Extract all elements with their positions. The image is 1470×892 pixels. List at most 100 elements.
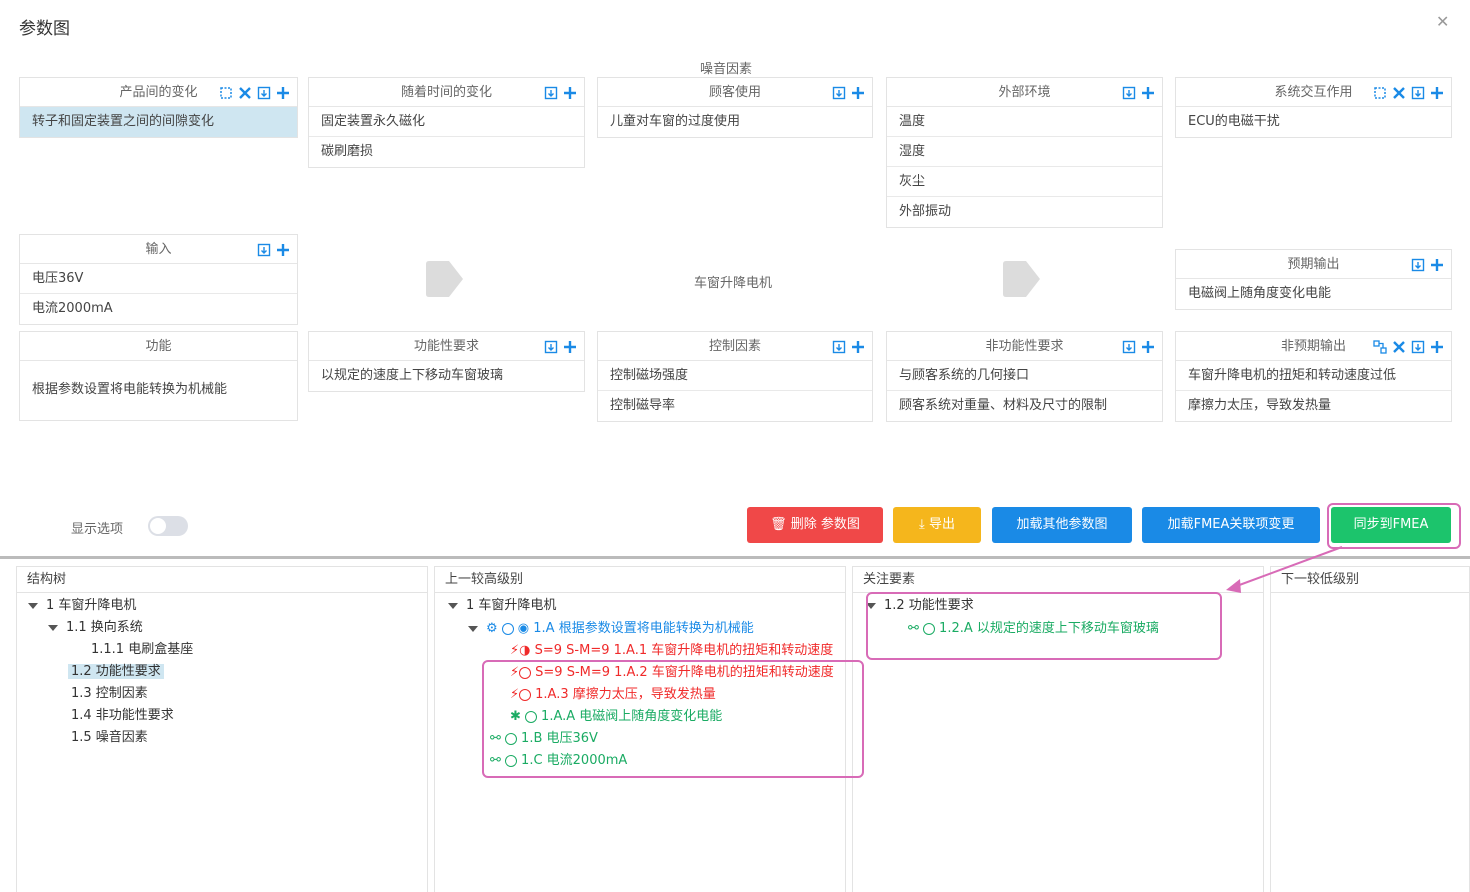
- card-row[interactable]: 摩擦力太压，导致发热量: [1176, 391, 1451, 421]
- card-title: 功能: [145, 339, 172, 354]
- export-button[interactable]: ⤓ 导出: [893, 507, 981, 543]
- card-row[interactable]: 儿童对车窗的过度使用: [598, 107, 872, 137]
- import-icon[interactable]: [1410, 339, 1426, 355]
- card-row[interactable]: 碳刷磨损: [309, 137, 584, 167]
- import-icon[interactable]: [1410, 85, 1426, 101]
- card-row[interactable]: 湿度: [887, 137, 1162, 167]
- card-title: 产品间的变化: [119, 85, 198, 100]
- import-icon[interactable]: [543, 85, 559, 101]
- dialog-title: 参数图: [19, 19, 70, 39]
- show-options-toggle[interactable]: [148, 516, 188, 536]
- system-title: 车窗升降电机: [694, 276, 773, 291]
- card-unexpected-output: 非预期输出 车窗升降电机的扭矩和转动速度过低 摩擦力太压，导致发热量: [1175, 331, 1452, 422]
- card-row[interactable]: 电磁阀上随角度变化电能: [1176, 279, 1451, 309]
- half-circle-icon: [501, 622, 514, 635]
- delete-icon[interactable]: [237, 85, 253, 101]
- noise-factors-label: 噪音因素: [700, 62, 753, 77]
- import-icon[interactable]: [1410, 257, 1426, 273]
- card-row[interactable]: 外部振动: [887, 197, 1162, 227]
- tree-node[interactable]: 1.5 噪音因素: [71, 728, 148, 748]
- import-icon[interactable]: [1121, 339, 1137, 355]
- close-icon[interactable]: ✕: [1436, 12, 1449, 31]
- highlight-box-upper: [482, 660, 864, 778]
- card-row[interactable]: 温度: [887, 107, 1162, 137]
- add-icon[interactable]: [1429, 85, 1445, 101]
- highlight-box-focus: [866, 592, 1222, 660]
- add-icon[interactable]: [850, 339, 866, 355]
- delete-diagram-button[interactable]: 🗑 删除 参数图: [747, 507, 883, 543]
- card-time-variation: 随着时间的变化 固定装置永久磁化 碳刷磨损: [308, 77, 585, 168]
- card-nonfunctional-requirement: 非功能性要求 与顾客系统的几何接口 顾客系统对重量、材料及尺寸的限制: [886, 331, 1163, 422]
- tree-node[interactable]: 1 车窗升降电机: [448, 596, 556, 616]
- caret-down-icon[interactable]: [48, 624, 58, 631]
- card-row[interactable]: 与顾客系统的几何接口: [887, 361, 1162, 391]
- tree-node[interactable]: 1.4 非功能性要求: [71, 706, 174, 726]
- import-icon[interactable]: [831, 85, 847, 101]
- link-icon[interactable]: [1372, 339, 1388, 355]
- card-row[interactable]: 固定装置永久磁化: [309, 107, 584, 137]
- add-icon[interactable]: [850, 85, 866, 101]
- caret-down-icon[interactable]: [468, 625, 478, 632]
- add-icon[interactable]: [1429, 339, 1445, 355]
- load-other-diagram-button[interactable]: 加载其他参数图: [992, 507, 1132, 543]
- select-icon[interactable]: [1372, 85, 1388, 101]
- card-row[interactable]: 车窗升降电机的扭矩和转动速度过低: [1176, 361, 1451, 391]
- gear-icon: ⚙: [486, 621, 498, 636]
- card-row[interactable]: 电流2000mA: [20, 294, 297, 324]
- card-expected-output: 预期输出 电磁阀上随角度变化电能: [1175, 249, 1452, 310]
- card-row[interactable]: 控制磁场强度: [598, 361, 872, 391]
- failure-icon: ⚡: [510, 643, 520, 658]
- card-title: 非功能性要求: [985, 339, 1064, 354]
- tree-node[interactable]: 1.2 功能性要求: [68, 662, 164, 682]
- add-icon[interactable]: [562, 85, 578, 101]
- tree-node[interactable]: ⚡◑ S=9 S-M=9 1.A.1 车窗升降电机的扭矩和转动速度: [510, 641, 848, 661]
- card-row[interactable]: 电压36V: [20, 264, 297, 294]
- parameter-diagram-dialog: 参数图 ✕ 噪音因素 产品间的变化 转子和固定装置之间的间隙变化 随着时间的变化…: [0, 0, 1470, 892]
- card-row[interactable]: 以规定的速度上下移动车窗玻璃: [309, 361, 584, 391]
- delete-icon[interactable]: [1391, 85, 1407, 101]
- import-icon[interactable]: [831, 339, 847, 355]
- caret-down-icon[interactable]: [448, 602, 458, 609]
- import-icon[interactable]: [256, 85, 272, 101]
- card-title: 随着时间的变化: [400, 85, 492, 100]
- load-fmea-changes-button[interactable]: 加载FMEA关联项变更: [1142, 507, 1320, 543]
- card-row[interactable]: 灰尘: [887, 167, 1162, 197]
- import-icon[interactable]: [256, 242, 272, 258]
- card-input: 输入 电压36V 电流2000mA: [19, 234, 298, 325]
- add-icon[interactable]: [275, 85, 291, 101]
- show-options-label: 显示选项: [71, 522, 124, 537]
- delete-icon[interactable]: [1391, 339, 1407, 355]
- card-product-variation: 产品间的变化 转子和固定装置之间的间隙变化: [19, 77, 298, 138]
- card-functional-requirement: 功能性要求 以规定的速度上下移动车窗玻璃: [308, 331, 585, 392]
- add-icon[interactable]: [1140, 85, 1156, 101]
- card-row[interactable]: 控制磁导率: [598, 391, 872, 421]
- tree-node[interactable]: 1 车窗升降电机: [28, 596, 136, 616]
- card-title: 系统交互作用: [1274, 85, 1353, 100]
- caret-down-icon[interactable]: [28, 602, 38, 609]
- import-icon[interactable]: [1121, 85, 1137, 101]
- add-icon[interactable]: [1429, 257, 1445, 273]
- tree-node[interactable]: 1.3 控制因素: [71, 684, 148, 704]
- import-icon[interactable]: [543, 339, 559, 355]
- download-icon: ⤓: [919, 517, 929, 532]
- tree-node[interactable]: 1.1 换向系统: [48, 618, 143, 638]
- tree-node[interactable]: 1.1.1 电刷盒基座: [91, 640, 193, 660]
- tree-node[interactable]: ⚙ ◉ 1.A 根据参数设置将电能转换为机械能: [468, 619, 754, 639]
- half-circle-icon: ◑: [519, 643, 531, 658]
- card-control-factors: 控制因素 控制磁场强度 控制磁导率: [597, 331, 873, 422]
- card-row[interactable]: 根据参数设置将电能转换为机械能: [20, 361, 297, 419]
- card-row[interactable]: 顾客系统对重量、材料及尺寸的限制: [887, 391, 1162, 421]
- ring-icon: ◉: [517, 621, 530, 636]
- panel-title: 结构树: [17, 567, 427, 593]
- card-row[interactable]: ECU的电磁干扰: [1176, 107, 1451, 137]
- panel-title: 上一较高级别: [435, 567, 845, 593]
- select-icon[interactable]: [218, 85, 234, 101]
- add-icon[interactable]: [1140, 339, 1156, 355]
- add-icon[interactable]: [562, 339, 578, 355]
- tree-node-label: 1 车窗升降电机: [46, 598, 137, 613]
- card-title: 预期输出: [1287, 257, 1340, 272]
- card-row[interactable]: 转子和固定装置之间的间隙变化: [20, 107, 297, 137]
- add-icon[interactable]: [275, 242, 291, 258]
- card-system-interaction: 系统交互作用 ECU的电磁干扰: [1175, 77, 1452, 138]
- tree-node-label: 1.3 控制因素: [71, 686, 148, 701]
